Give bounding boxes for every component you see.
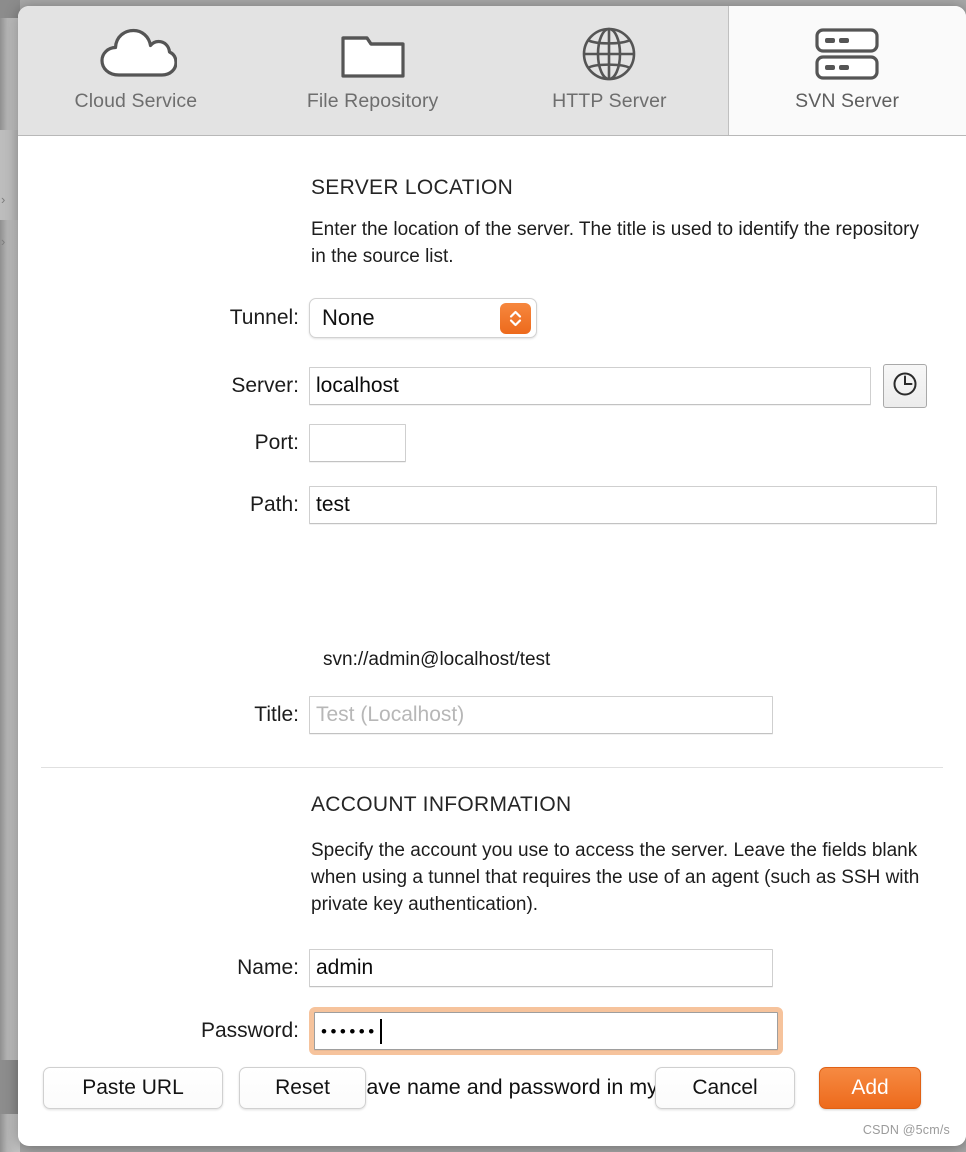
tab-label: File Repository — [306, 90, 439, 112]
title-row: Title: Test (Localhost) — [48, 696, 773, 734]
name-input-value: admin — [316, 956, 374, 979]
server-location-heading: SERVER LOCATION — [311, 176, 514, 199]
cloud-icon — [95, 28, 177, 80]
account-information-description: Specify the account you use to access th… — [311, 840, 920, 915]
name-input[interactable]: admin — [309, 949, 773, 987]
tab-label: HTTP Server — [552, 90, 667, 112]
tab-label: Cloud Service — [74, 90, 198, 112]
cancel-button[interactable]: Cancel — [655, 1067, 795, 1109]
title-input-placeholder: Test (Localhost) — [316, 703, 465, 726]
server-location-description: Enter the location of the server. The ti… — [311, 219, 919, 267]
tunnel-select[interactable]: None — [309, 298, 537, 338]
password-focus-ring: •••••• — [309, 1007, 783, 1055]
password-label: Password: — [200, 1019, 299, 1042]
port-row: Port: — [48, 424, 406, 462]
background-window-toolbar — [0, 0, 20, 18]
password-input-value: •••••• — [321, 1021, 378, 1041]
globe-icon — [581, 27, 637, 81]
section-divider — [41, 767, 943, 768]
tab-svn-server[interactable]: SVN Server — [728, 6, 966, 135]
port-input[interactable] — [309, 424, 406, 462]
add-repository-dialog: Cloud Service File Repository HTTP Serve… — [18, 6, 966, 1146]
folder-icon — [340, 28, 406, 80]
name-row: Name: admin — [48, 949, 773, 987]
path-input[interactable]: test — [309, 486, 937, 524]
tunnel-row: Tunnel: None — [48, 298, 537, 338]
url-preview: svn://admin@localhost/test — [323, 649, 551, 670]
title-label: Title: — [254, 703, 299, 726]
server-input-value: localhost — [316, 374, 399, 397]
server-row: Server: localhost — [48, 364, 927, 408]
tab-label: SVN Server — [795, 90, 900, 112]
chevron-up-down-icon[interactable] — [500, 303, 531, 334]
path-input-value: test — [316, 493, 350, 516]
tab-file-repository[interactable]: File Repository — [255, 6, 492, 135]
reset-button[interactable]: Reset — [239, 1067, 366, 1109]
tab-http-server[interactable]: HTTP Server — [492, 6, 729, 135]
server-label: Server: — [231, 374, 299, 397]
server-input[interactable]: localhost — [309, 367, 871, 405]
server-rack-icon — [814, 28, 880, 80]
toolbar-tabs: Cloud Service File Repository HTTP Serve… — [18, 6, 966, 136]
paste-url-button[interactable]: Paste URL — [43, 1067, 223, 1109]
path-row: Path: test — [48, 486, 937, 524]
tunnel-value: None — [322, 305, 375, 330]
add-button[interactable]: Add — [819, 1067, 921, 1109]
path-label: Path: — [249, 493, 299, 516]
account-information-heading: ACCOUNT INFORMATION — [311, 793, 572, 816]
watermark: CSDN @5cm/s — [862, 1123, 950, 1137]
background-window-footer — [0, 1060, 20, 1114]
text-caret — [379, 1018, 382, 1044]
tab-cloud-service[interactable]: Cloud Service — [18, 6, 255, 135]
title-input[interactable]: Test (Localhost) — [309, 696, 773, 734]
clock-icon — [892, 371, 918, 402]
server-history-button[interactable] — [883, 364, 927, 408]
dialog-body: SERVER LOCATION Enter the location of th… — [18, 136, 966, 1145]
chevron-right-icon: › — [1, 234, 6, 249]
tunnel-label: Tunnel: — [229, 306, 299, 329]
password-row: Password: •••••• — [48, 1007, 783, 1055]
dialog-button-bar: Paste URL Reset Cancel Add CSDN @5cm/s — [18, 1049, 966, 1145]
name-label: Name: — [237, 956, 299, 979]
port-label: Port: — [254, 431, 299, 454]
password-input[interactable]: •••••• — [314, 1012, 778, 1050]
chevron-right-icon: › — [1, 192, 6, 207]
